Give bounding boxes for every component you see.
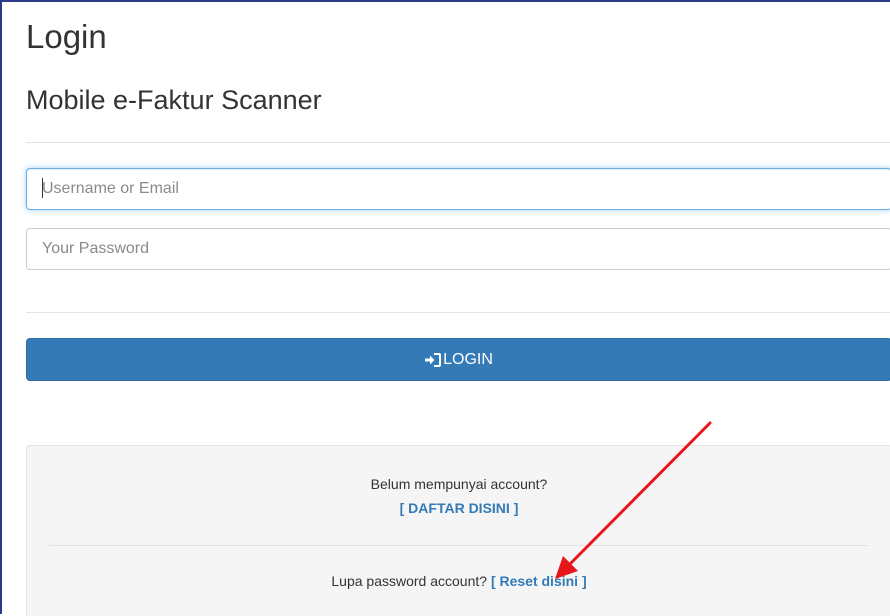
account-help-panel: Belum mempunyai account? [ DAFTAR DISINI… bbox=[26, 445, 890, 616]
reset-prompt: Lupa password account? bbox=[331, 573, 488, 589]
reset-link[interactable]: [ Reset disini ] bbox=[491, 573, 587, 589]
panel-divider bbox=[49, 545, 869, 546]
page-title: Login bbox=[26, 18, 107, 55]
login-page: Login Mobile e-Faktur Scanner LOGIN Belu… bbox=[0, 0, 890, 616]
register-link[interactable]: [ DAFTAR DISINI ] bbox=[400, 500, 519, 516]
login-button-label: LOGIN bbox=[443, 350, 493, 368]
password-input[interactable] bbox=[26, 228, 890, 270]
header-divider bbox=[26, 142, 890, 143]
sign-in-icon bbox=[425, 352, 442, 367]
page-subtitle: Mobile e-Faktur Scanner bbox=[26, 85, 322, 115]
text-caret bbox=[42, 178, 43, 198]
register-prompt: Belum mempunyai account? bbox=[370, 476, 548, 492]
login-button[interactable]: LOGIN bbox=[26, 338, 890, 381]
username-input[interactable] bbox=[26, 168, 890, 210]
form-divider bbox=[26, 312, 890, 313]
